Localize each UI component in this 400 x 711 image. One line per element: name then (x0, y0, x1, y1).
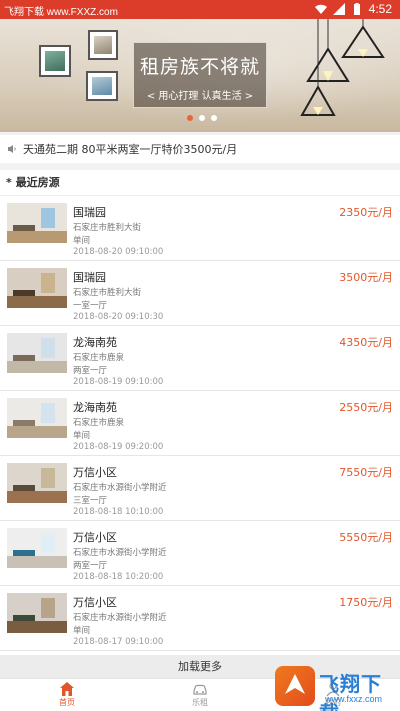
listing-address: 石家庄市胜利大街 (73, 288, 142, 298)
listing-address: 石家庄市胜利大街 (73, 223, 142, 233)
listing-price: 1750元/月 (339, 596, 393, 609)
listing-date: 2018-08-20 09:10:30 (73, 312, 164, 322)
listing-thumbnail (7, 268, 67, 308)
recent-listings: * 最近房源 国瑞园 石家庄市胜利大街 单间 2018-08-20 09:10:00 2… (0, 170, 400, 655)
banner-title: 租房族不将就 (139, 56, 260, 78)
announcement-text: 天通苑二期 80平米两室一厅特价3500元/月 (23, 143, 238, 156)
listing-name: 龙海南苑 (73, 401, 117, 414)
listing-name: 万信小区 (73, 531, 117, 544)
listing-date: 2018-08-19 09:20:00 (73, 442, 164, 452)
listing-item[interactable]: 万信小区石家庄市水源街小学附近 单间 2018-08-17 09:10:00 1750… (0, 586, 400, 651)
pendant-lamp-image (300, 19, 385, 116)
listing-room-type: 单间 (73, 431, 91, 441)
listing-room-type: 单间 (73, 236, 91, 246)
listing-thumbnail (7, 203, 67, 243)
listing-room-type: 两室一厅 (73, 366, 108, 376)
listing-date: 2018-08-19 09:10:00 (73, 377, 164, 387)
listing-date: 2018-08-18 10:10:00 (73, 507, 164, 517)
watermark-brand: 飞翔下载 (319, 672, 382, 711)
tab-home[interactable]: 首页 (37, 681, 97, 708)
listing-item[interactable]: 万信小区石家庄市水源街小学附近 三室一厅 2018-08-18 10:10:00 75… (0, 456, 400, 521)
clock: 4:52 (368, 2, 392, 16)
listing-name: 龙海南苑 (73, 336, 117, 349)
watermark-text: 飞翔下载 www.FXXZ.com (4, 7, 118, 18)
watermark-url: www.fxxz.com (325, 694, 383, 704)
listing-address: 石家庄市水源街小学附近 (73, 548, 167, 558)
listing-list: 国瑞园 石家庄市胜利大街 单间 2018-08-20 09:10:00 2350元/月国… (0, 196, 400, 651)
speaker-icon (8, 145, 16, 153)
car-icon (193, 684, 207, 695)
listing-price: 2550元/月 (339, 401, 393, 414)
listing-name: 万信小区 (73, 596, 117, 609)
status-bar: 飞翔下载 www.FXXZ.com 4:52 (0, 0, 400, 19)
tab-rent[interactable]: 乐租 (170, 681, 230, 708)
banner-subtitle: < 用心打理 认真生活 > (146, 91, 254, 102)
listing-item[interactable]: 国瑞园石家庄市胜利大街 单间 2018-08-20 09:10:00 2350元/月 (0, 196, 400, 261)
listing-price: 4350元/月 (339, 336, 393, 349)
listing-name: 万信小区 (73, 466, 117, 479)
battery-icon (353, 3, 360, 15)
tab-label: 首页 (59, 698, 75, 707)
listing-thumbnail (7, 593, 67, 633)
status-icons: 4:52 (314, 2, 392, 16)
listing-address: 石家庄市水源街小学附近 (73, 483, 167, 493)
listing-item[interactable]: 龙海南苑石家庄市鹿泉 两室一厅 2018-08-19 09:10:00 4350元/月 (0, 326, 400, 391)
listing-thumbnail (7, 528, 67, 568)
listing-date: 2018-08-20 09:10:00 (73, 247, 164, 257)
home-icon (60, 682, 74, 696)
listing-room-type: 一室一厅 (73, 301, 108, 311)
site-watermark: 飞翔下载 www.fxxz.com (275, 666, 397, 711)
listing-price: 3500元/月 (339, 271, 393, 284)
wifi-icon (314, 4, 327, 14)
signal-icon (332, 3, 345, 15)
listing-item[interactable]: 万信小区石家庄市水源街小学附近 两室一厅 2018-08-18 10:20:00 55… (0, 521, 400, 586)
wall-frame-image (88, 30, 118, 60)
listing-room-type: 两室一厅 (73, 561, 108, 571)
wall-frame-image (39, 45, 71, 77)
carousel-dot[interactable] (211, 115, 217, 121)
wall-frame-image (86, 71, 118, 101)
listing-price: 2350元/月 (339, 206, 393, 219)
listing-thumbnail (7, 333, 67, 373)
banner-carousel[interactable]: 租房族不将就 < 用心打理 认真生活 > (0, 19, 400, 132)
listing-date: 2018-08-18 10:20:00 (73, 572, 164, 582)
listing-price: 7550元/月 (339, 466, 393, 479)
tab-label: 乐租 (192, 698, 208, 707)
listing-address: 石家庄市鹿泉 (73, 353, 125, 363)
listing-item[interactable]: 龙海南苑石家庄市鹿泉 单间 2018-08-19 09:20:00 2550元/月 (0, 391, 400, 456)
banner-caption: 租房族不将就 < 用心打理 认真生活 > (133, 42, 267, 108)
listing-thumbnail (7, 463, 67, 503)
listing-address: 石家庄市水源街小学附近 (73, 613, 167, 623)
watermark-logo-icon (275, 666, 315, 706)
carousel-dot[interactable] (187, 115, 193, 121)
listing-item[interactable]: 国瑞园石家庄市胜利大街 一室一厅 2018-08-20 09:10:30 3500元/… (0, 261, 400, 326)
carousel-dot[interactable] (199, 115, 205, 121)
section-title: * 最近房源 (0, 170, 400, 196)
listing-price: 5550元/月 (339, 531, 393, 544)
listing-room-type: 单间 (73, 626, 91, 636)
listing-name: 国瑞园 (73, 206, 106, 219)
announcement-bar[interactable]: 天通苑二期 80平米两室一厅特价3500元/月 (0, 135, 400, 163)
listing-thumbnail (7, 398, 67, 438)
carousel-indicator (187, 115, 217, 121)
listing-address: 石家庄市鹿泉 (73, 418, 125, 428)
listing-name: 国瑞园 (73, 271, 106, 284)
listing-room-type: 三室一厅 (73, 496, 108, 506)
listing-date: 2018-08-17 09:10:00 (73, 637, 164, 647)
